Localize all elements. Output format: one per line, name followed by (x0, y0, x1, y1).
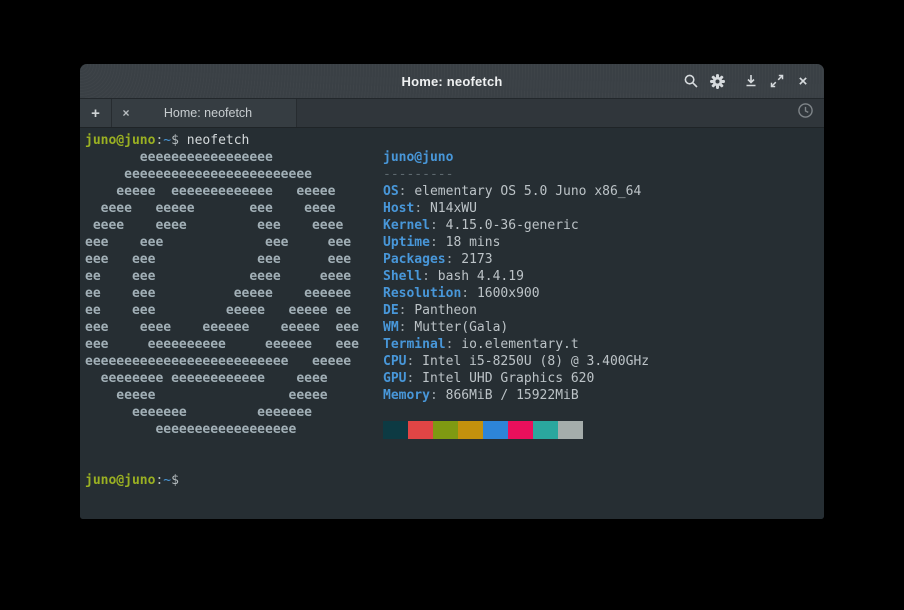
info-label: Packages (383, 252, 446, 267)
info-label: WM (383, 320, 399, 335)
fullscreen-button[interactable] (764, 68, 790, 94)
info-value: bash 4.4.19 (438, 269, 524, 284)
palette-chip (533, 421, 558, 439)
info-value: 4.15.0-36-generic (446, 218, 579, 233)
elementary-ascii-logo: eeeeeeeeeeeeeeeee eeeeeeeeeeeeeeeeeeeeee… (85, 149, 359, 438)
tab-home-neofetch[interactable]: × Home: neofetch (112, 99, 297, 127)
color-palette (383, 421, 673, 439)
info-row: Memory: 866MiB / 15922MiB (383, 387, 673, 404)
prompt-line-2: juno@juno:~$ (85, 472, 179, 489)
plus-icon: + (91, 105, 100, 122)
close-icon: × (799, 74, 808, 89)
info-value: Intel UHD Graphics 620 (422, 371, 594, 386)
info-value: io.elementary.t (461, 337, 578, 352)
info-value: 866MiB / 15922MiB (446, 388, 579, 403)
info-row: DE: Pantheon (383, 302, 673, 319)
history-clock-icon (797, 102, 814, 124)
prompt-path: ~ (163, 133, 171, 148)
tab-close-icon[interactable]: × (112, 106, 140, 120)
info-label: DE (383, 303, 399, 318)
header-bar[interactable]: Home: neofetch (80, 64, 824, 99)
neofetch-title: juno@juno (383, 150, 453, 165)
expand-icon (770, 74, 784, 88)
info-label: Uptime (383, 235, 430, 250)
terminal-window: Home: neofetch (80, 64, 824, 519)
info-value: elementary OS 5.0 Juno x86_64 (414, 184, 641, 199)
info-row: OS: elementary OS 5.0 Juno x86_64 (383, 183, 673, 200)
info-value: N14xWU (430, 201, 477, 216)
prompt-user-host: juno@juno (85, 473, 155, 488)
palette-chip (483, 421, 508, 439)
tab-label: Home: neofetch (140, 106, 296, 120)
palette-chip (408, 421, 433, 439)
prompt-dollar: $ (171, 473, 179, 488)
info-label: Terminal (383, 337, 446, 352)
prompt-user-host: juno@juno (85, 133, 155, 148)
search-button[interactable] (678, 68, 704, 94)
info-label: GPU (383, 371, 406, 386)
info-value: Pantheon (414, 303, 477, 318)
info-label: Memory (383, 388, 430, 403)
neofetch-underline: --------- (383, 167, 453, 182)
info-row: Host: N14xWU (383, 200, 673, 217)
settings-button[interactable] (704, 68, 730, 94)
info-row: Packages: 2173 (383, 251, 673, 268)
info-row: WM: Mutter(Gala) (383, 319, 673, 336)
info-value: Mutter(Gala) (414, 320, 508, 335)
close-window-button[interactable]: × (790, 68, 816, 94)
info-value: 18 mins (446, 235, 501, 250)
info-row: Terminal: io.elementary.t (383, 336, 673, 353)
download-icon (744, 74, 758, 88)
info-row: CPU: Intel i5-8250U (8) @ 3.400GHz (383, 353, 673, 370)
info-value: Intel i5-8250U (8) @ 3.400GHz (422, 354, 649, 369)
info-label: Shell (383, 269, 422, 284)
prompt-path: ~ (163, 473, 171, 488)
info-label: CPU (383, 354, 406, 369)
info-row: Shell: bash 4.4.19 (383, 268, 673, 285)
info-row: Uptime: 18 mins (383, 234, 673, 251)
info-label: Resolution (383, 286, 461, 301)
command-text: neofetch (187, 133, 250, 148)
info-label: Host (383, 201, 414, 216)
info-row: Kernel: 4.15.0-36-generic (383, 217, 673, 234)
download-button[interactable] (738, 68, 764, 94)
new-tab-button[interactable]: + (80, 99, 112, 127)
history-button[interactable] (794, 102, 816, 124)
info-label: OS (383, 184, 399, 199)
palette-chip (383, 421, 408, 439)
tab-bar: + × Home: neofetch (80, 99, 824, 128)
search-icon (683, 73, 699, 89)
palette-chip (558, 421, 583, 439)
info-label: Kernel (383, 218, 430, 233)
neofetch-info: juno@juno --------- OS: elementary OS 5.… (383, 149, 673, 439)
palette-chip (508, 421, 533, 439)
gear-icon (709, 73, 726, 90)
prompt-line-1: juno@juno:~$ neofetch (85, 132, 249, 149)
neofetch-info-rows: OS: elementary OS 5.0 Juno x86_64Host: N… (383, 183, 673, 404)
info-value: 1600x900 (477, 286, 540, 301)
palette-chip (433, 421, 458, 439)
terminal-content[interactable]: juno@juno:~$ neofetch eeeeeeeeeeeeeeeee … (80, 128, 824, 519)
info-row: Resolution: 1600x900 (383, 285, 673, 302)
palette-chip (458, 421, 483, 439)
header-buttons: × (678, 64, 816, 98)
info-value: 2173 (461, 252, 492, 267)
info-row: GPU: Intel UHD Graphics 620 (383, 370, 673, 387)
